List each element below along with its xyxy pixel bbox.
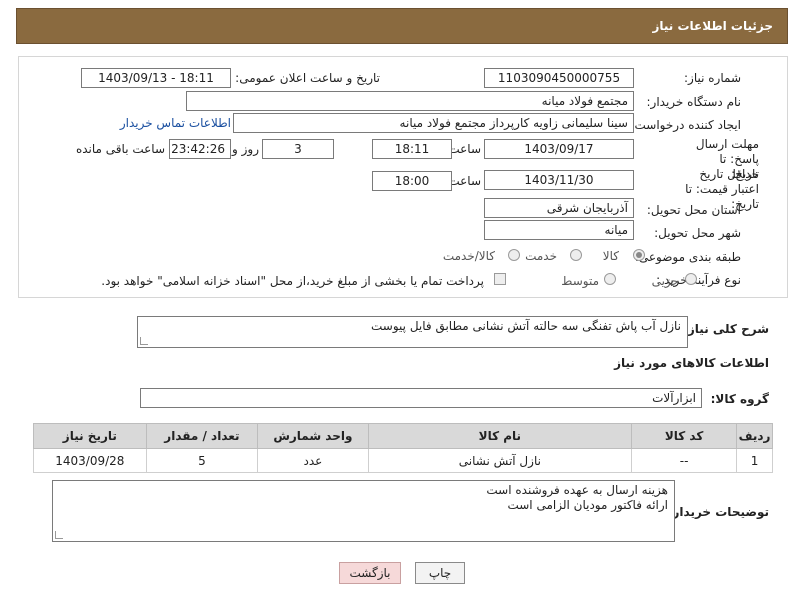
goods-table: ردیف کد کالا نام کالا واحد شمارش تعداد /… [33, 423, 773, 473]
city-label: شهر محل تحویل: [654, 226, 741, 240]
days-label: روز و [232, 142, 259, 156]
cell-unit: عدد [257, 448, 369, 473]
cell-code: -- [631, 448, 738, 473]
treasury-payment-text: پرداخت تمام یا بخشی از مبلغ خرید،از محل … [101, 274, 484, 288]
goods-table-header: ردیف کد کالا نام کالا واحد شمارش تعداد /… [33, 423, 773, 449]
city-field[interactable]: میانه [484, 220, 634, 240]
deadline-time-field[interactable]: 18:11 [372, 139, 452, 159]
cell-name: نازل آتش نشانی [367, 448, 633, 473]
cell-qty: 5 [145, 448, 259, 473]
category-label: طبقه بندی موضوعی: [634, 250, 741, 264]
cell-date: 1403/09/28 [33, 448, 147, 473]
validity-time-field[interactable]: 18:00 [372, 171, 452, 191]
goods-group-field[interactable]: ابزارآلات [140, 388, 702, 408]
need-description-textarea[interactable]: نازل آب پاش تفنگی سه حالته آتش نشانی مطا… [137, 316, 688, 348]
deadline-date-field[interactable]: 1403/09/17 [484, 139, 634, 159]
process-option-medium: متوسط [561, 274, 599, 288]
province-field[interactable]: آذربایجان شرقی [484, 198, 634, 218]
col-code: کد کالا [631, 423, 738, 449]
buyer-label: نام دستگاه خریدار: [646, 95, 742, 109]
buyer-name-field[interactable]: مجتمع فولاد میانه [186, 91, 634, 111]
goods-section-title: اطلاعات کالاهای مورد نیاز [614, 356, 769, 370]
need-description-label: شرح کلی نیاز: [683, 322, 769, 336]
remaining-label: ساعت باقی مانده [75, 142, 165, 156]
print-button[interactable]: چاپ [415, 562, 465, 584]
process-radio-medium[interactable] [604, 273, 616, 285]
remaining-time-field[interactable]: 23:42:26 [169, 139, 231, 159]
category-radio-both[interactable] [508, 249, 520, 261]
process-option-minor: جزیی [651, 274, 679, 288]
buyer-notes-textarea[interactable]: هزینه ارسال به عهده فروشنده است ارائه فا… [52, 480, 675, 542]
category-radio-service[interactable] [570, 249, 582, 261]
table-row[interactable]: 1 -- نازل آتش نشانی عدد 5 1403/09/28 [33, 448, 773, 473]
need-description-text: نازل آب پاش تفنگی سه حالته آتش نشانی مطا… [371, 319, 681, 333]
resize-grip-icon[interactable] [140, 337, 148, 345]
resize-grip-icon[interactable] [55, 531, 63, 539]
buyer-notes-line-1: هزینه ارسال به عهده فروشنده است [486, 483, 668, 497]
deadline-hour-label: ساعت [448, 142, 481, 156]
need-number-label: شماره نیاز: [684, 71, 741, 85]
col-qty: تعداد / مقدار [145, 423, 259, 449]
announce-datetime-field[interactable]: 1403/09/13 - 18:11 [81, 68, 231, 88]
buyer-notes-label: توضیحات خریدار: [667, 505, 769, 519]
validity-hour-label: ساعت [448, 174, 481, 188]
need-number-field[interactable]: 1103090450000755 [484, 68, 634, 88]
buyer-contact-link[interactable]: اطلاعات تماس خریدار [120, 116, 231, 130]
col-date: تاریخ نیاز [33, 423, 147, 449]
category-option-service: خدمت [525, 249, 557, 263]
creator-field[interactable]: سینا سلیمانی زاویه کارپرداز مجتمع فولاد … [233, 113, 634, 133]
col-unit: واحد شمارش [257, 423, 369, 449]
page-title: جزئیات اطلاعات نیاز [652, 19, 773, 33]
page-header: جزئیات اطلاعات نیاز [16, 8, 788, 44]
days-count-field[interactable]: 3 [262, 139, 334, 159]
process-radio-minor[interactable] [685, 273, 697, 285]
goods-group-label: گروه کالا: [710, 392, 769, 406]
validity-date-field[interactable]: 1403/11/30 [484, 170, 634, 190]
category-radio-goods[interactable] [633, 249, 645, 261]
treasury-payment-checkbox[interactable] [494, 273, 506, 285]
col-row: ردیف [736, 423, 773, 449]
province-label: استان محل تحویل: [646, 203, 741, 217]
category-option-goods: کالا [602, 249, 619, 263]
buyer-notes-line-2: ارائه فاکتور مودیان الزامی است [507, 498, 668, 512]
announce-label: تاریخ و ساعت اعلان عمومی: [235, 71, 380, 85]
col-name: نام کالا [367, 423, 633, 449]
cell-row: 1 [736, 448, 773, 473]
back-button[interactable]: بازگشت [339, 562, 401, 584]
creator-label: ایجاد کننده درخواست: [630, 118, 741, 132]
category-option-both: کالا/خدمت [442, 249, 495, 263]
